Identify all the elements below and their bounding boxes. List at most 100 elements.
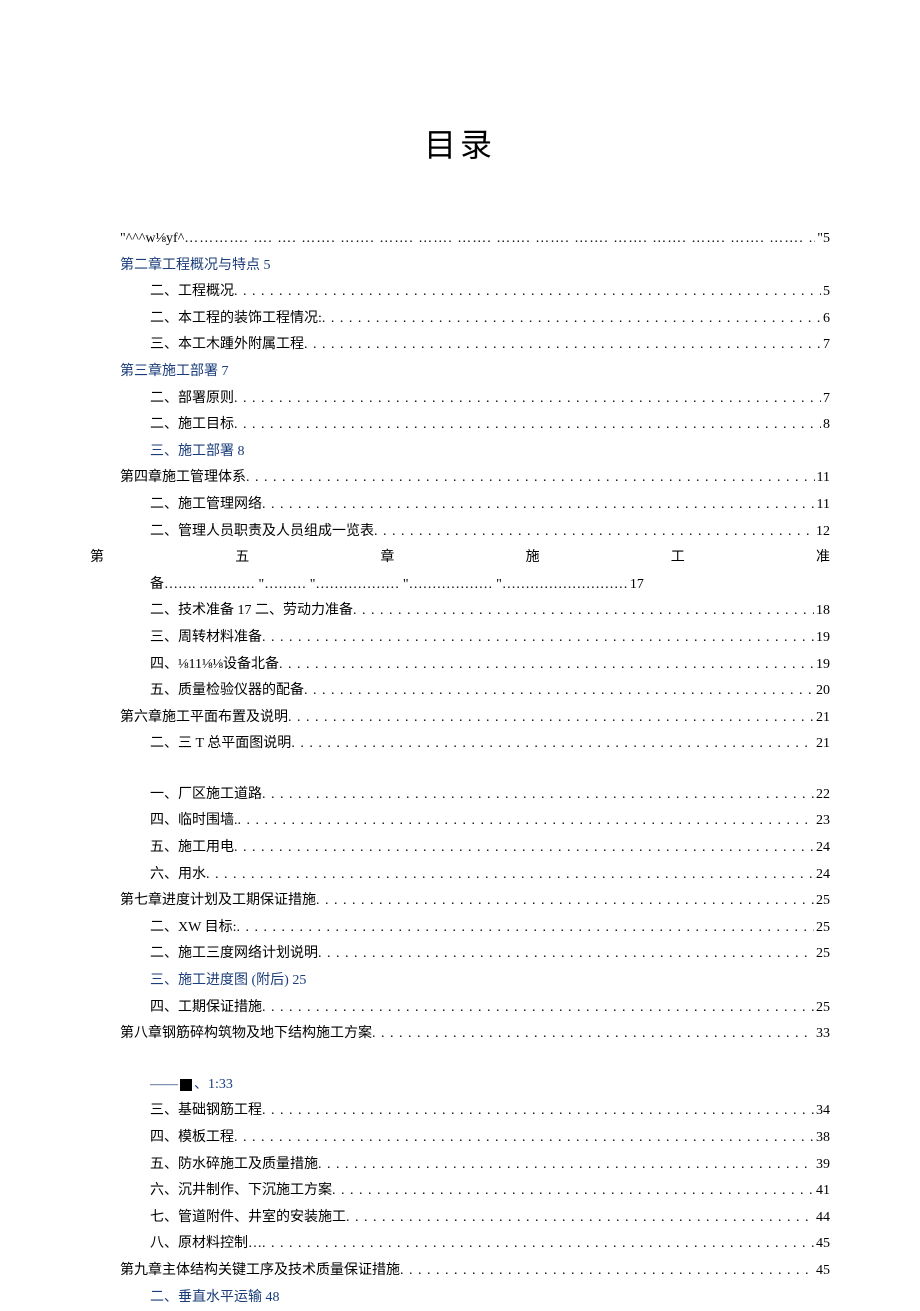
toc-entry: "^^^w⅛yf^…………. …. …. ……. ……. ……. ……. …….…	[90, 226, 830, 253]
toc-leader-dots: . . . . . . . . . . . . . . . . . . . . …	[346, 1205, 814, 1232]
toc-label: 六、沉井制作、下沉施工方案	[150, 1178, 332, 1205]
toc-page-number: 25	[814, 915, 830, 942]
toc-page-number: 19	[814, 652, 830, 679]
toc-entry: 五、防水碎施工及质量措施. . . . . . . . . . . . . . …	[90, 1152, 830, 1179]
toc-entry: 四、工期保证措施. . . . . . . . . . . . . . . . …	[90, 995, 830, 1022]
toc-label: 二、施工目标	[150, 412, 234, 439]
toc-label: 二、部署原则	[150, 386, 234, 413]
toc-entry: 二、管理人员职责及人员组成一览表. . . . . . . . . . . . …	[90, 519, 830, 546]
toc-page-number: 18	[814, 598, 830, 625]
toc-leader-dots: . . . . . . . . . . . . . . . . . . . . …	[374, 519, 814, 546]
toc-leader-dots: . . . . . . . . . . . . . . . . . . . . …	[304, 332, 821, 359]
toc-label: 章	[380, 545, 394, 572]
toc-spacer	[90, 758, 830, 782]
toc-leader-dots: . . . . . . . . . . . . . . . . . . . . …	[234, 1125, 814, 1152]
toc-label: 二、垂直水平运输 48	[150, 1290, 280, 1305]
toc-label: 三、基础钢筋工程	[150, 1098, 262, 1125]
toc-page-number: 6	[821, 306, 830, 333]
toc-entry: 第八章钢筋碎构筑物及地下结构施工方案. . . . . . . . . . . …	[90, 1021, 830, 1048]
table-of-contents: "^^^w⅛yf^…………. …. …. ……. ……. ……. ……. …….…	[90, 226, 830, 1311]
toc-leader-dots: . . . . . . . . . . . . . . . . . . . . …	[262, 492, 815, 519]
toc-label: 五、防水碎施工及质量措施	[150, 1152, 318, 1179]
toc-entry: 第六章施工平面布置及说明. . . . . . . . . . . . . . …	[90, 705, 830, 732]
toc-entry: 二、垂直水平运输 48	[90, 1285, 830, 1311]
toc-label: 第九章主体结构关键工序及技术质量保证措施	[120, 1258, 400, 1285]
toc-label: 三、周转材料准备	[150, 625, 262, 652]
toc-page-number: 44	[814, 1205, 830, 1232]
toc-entry: 一、厂区施工道路. . . . . . . . . . . . . . . . …	[90, 782, 830, 809]
toc-page-number: "5	[815, 226, 830, 253]
toc-label: 七、管道附件、井室的安装施工	[150, 1205, 346, 1232]
toc-entry: 三、周转材料准备. . . . . . . . . . . . . . . . …	[90, 625, 830, 652]
toc-label: 三、施工部署 8	[150, 444, 245, 459]
toc-label: 四、工期保证措施	[150, 995, 262, 1022]
toc-entry: 三、施工部署 8	[90, 439, 830, 466]
toc-leader-dots: . . . . . . . . . . . . . . . . . . . . …	[246, 465, 815, 492]
toc-leader-dots: . . . . . . . . . . . . . . . . . . . . …	[234, 386, 821, 413]
toc-leader-dots: . . . . . . . . . . . . . . . . . . . . …	[262, 995, 814, 1022]
toc-label: 二、施工三度网络计划说明	[150, 941, 318, 968]
toc-entry: 二、施工三度网络计划说明. . . . . . . . . . . . . . …	[90, 941, 830, 968]
toc-label: 三、本工木踵外附属工程	[150, 332, 304, 359]
toc-entry: 三、本工木踵外附属工程. . . . . . . . . . . . . . .…	[90, 332, 830, 359]
toc-leader-dots: . . . . . . . . . . . . . . . . . . . . …	[288, 705, 814, 732]
toc-leader-dots: . . . . . . . . . . . . . . . . . . . . …	[234, 835, 814, 862]
toc-leader-dots: . . . . . . . . . . . . . . . . . . . . …	[316, 888, 814, 915]
toc-page-number: 39	[814, 1152, 830, 1179]
toc-entry: 二、工程概况. . . . . . . . . . . . . . . . . …	[90, 279, 830, 306]
toc-entry: 四、⅛11⅛⅛设备北备. . . . . . . . . . . . . . .…	[90, 652, 830, 679]
toc-leader-dots: . . . . . . . . . . . . . . . . . . . . …	[353, 598, 814, 625]
toc-page-number: 23	[814, 808, 830, 835]
toc-leader-dots: . . . . . . . . . . . . . . . . . . . . …	[400, 1258, 814, 1285]
toc-leader-dots: . . . . . . . . . . . . . . . . . . . . …	[322, 306, 821, 333]
toc-entry: 二、施工管理网络. . . . . . . . . . . . . . . . …	[90, 492, 830, 519]
toc-leader-dots: . . . . . . . . . . . . . . . . . . . . …	[234, 279, 821, 306]
toc-entry: 二、部署原则. . . . . . . . . . . . . . . . . …	[90, 386, 830, 413]
toc-label: 二、技术准备 17 二、劳动力准备	[150, 598, 353, 625]
toc-label: 准	[816, 545, 830, 572]
toc-page-number: 41	[814, 1178, 830, 1205]
toc-label-suffix: 、1:33	[194, 1077, 233, 1092]
toc-label: 第	[90, 545, 104, 572]
toc-page-number: 20	[814, 678, 830, 705]
toc-entry: 八、原材料控制…. . . . . . . . . . . . . . . . …	[90, 1231, 830, 1258]
toc-entry: 四、临时围墙.. . . . . . . . . . . . . . . . .…	[90, 808, 830, 835]
toc-page-number: 21	[814, 731, 830, 758]
toc-entry: 二、XW 目标:. . . . . . . . . . . . . . . . …	[90, 915, 830, 942]
toc-leader-dots: . . . . . . . . . . . . . . . . . . . . …	[262, 1098, 814, 1125]
toc-leader-dots: . . . . . . . . . . . . . . . . . . . . …	[279, 652, 814, 679]
toc-label: 施	[526, 545, 540, 572]
toc-label: 二、管理人员职责及人员组成一览表	[150, 519, 374, 546]
toc-label: 二、三 T 总平面图说明	[150, 731, 291, 758]
toc-page-number: 21	[814, 705, 830, 732]
toc-label-prefix: ——	[150, 1077, 178, 1092]
toc-label: 第二章工程概况与特点 5	[120, 258, 271, 273]
toc-entry: 三、基础钢筋工程. . . . . . . . . . . . . . . . …	[90, 1098, 830, 1125]
toc-page-number: 34	[814, 1098, 830, 1125]
toc-page-number: 11	[815, 465, 830, 492]
toc-page-number: 25	[814, 995, 830, 1022]
toc-label: 第三章施工部署 7	[120, 364, 229, 379]
toc-label: 六、用水	[150, 862, 206, 889]
toc-label: 第四章施工管理体系	[120, 465, 246, 492]
toc-entry: 三、施工进度图 (附后) 25	[90, 968, 830, 995]
toc-label: "^^^w⅛yf^	[120, 226, 184, 253]
toc-entry: 二、技术准备 17 二、劳动力准备. . . . . . . . . . . .…	[90, 598, 830, 625]
toc-label: 二、施工管理网络	[150, 492, 262, 519]
toc-entry: 七、管道附件、井室的安装施工. . . . . . . . . . . . . …	[90, 1205, 830, 1232]
toc-entry: 五、施工用电. . . . . . . . . . . . . . . . . …	[90, 835, 830, 862]
toc-page-number: 24	[814, 835, 830, 862]
toc-entry: 第九章主体结构关键工序及技术质量保证措施. . . . . . . . . . …	[90, 1258, 830, 1285]
toc-leader-dots: . . . . . . . . . . . . . . . . . . . . …	[318, 1152, 814, 1179]
page-title: 目录	[90, 120, 830, 166]
toc-entry: 第三章施工部署 7	[90, 359, 830, 386]
toc-leader-dots: . . . . . . . . . . . . . . . . . . . . …	[262, 1231, 814, 1258]
toc-leader-dots: . . . . . . . . . . . . . . . . . . . . …	[234, 412, 821, 439]
toc-entry-justified: 第五章施工准	[90, 545, 830, 572]
toc-page-number: 24	[814, 862, 830, 889]
toc-label: 二、XW 目标:	[150, 915, 236, 942]
toc-page-number: 11	[815, 492, 830, 519]
toc-leader-dots: . . . . . . . . . . . . . . . . . . . . …	[318, 941, 814, 968]
toc-entry: 第二章工程概况与特点 5	[90, 253, 830, 280]
black-square-icon	[180, 1079, 192, 1091]
